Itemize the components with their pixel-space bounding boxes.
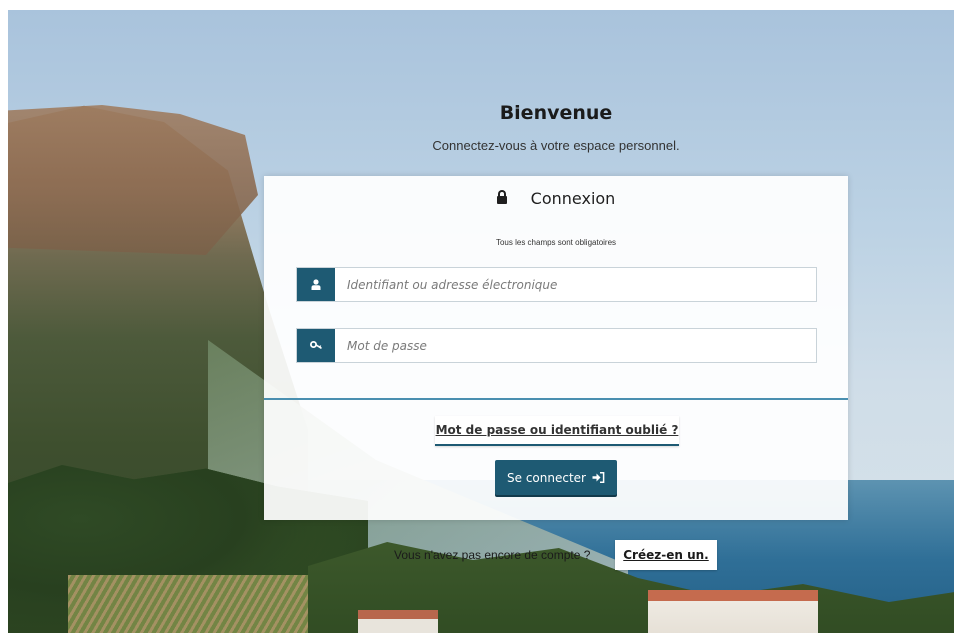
login-card-title-text: Connexion: [530, 189, 616, 208]
user-icon: [311, 279, 321, 290]
background-house-small: [358, 610, 438, 633]
required-fields-note: Tous les champs sont obligatoires: [495, 238, 617, 247]
username-field: [296, 267, 817, 302]
forgot-password-link[interactable]: Mot de passe ou identifiant oublié ?: [435, 416, 679, 446]
background-cliff-face: [8, 105, 258, 255]
page-title: Bienvenue: [499, 102, 613, 124]
card-divider: [264, 398, 848, 400]
key-icon: [309, 341, 322, 349]
lock-icon: [496, 190, 507, 204]
no-account-text: Vous n'avez pas encore de compte ?: [394, 548, 591, 562]
password-field: [296, 328, 817, 363]
login-button[interactable]: Se connecter: [495, 460, 617, 495]
page-subtitle: Connectez-vous à votre espace personnel.: [432, 138, 680, 153]
username-input[interactable]: [335, 268, 816, 301]
create-account-link[interactable]: Créez-en un.: [615, 540, 717, 570]
background-vineyard: [68, 575, 328, 633]
sign-in-icon: [592, 472, 605, 483]
login-card-title: Connexion: [264, 189, 848, 208]
password-addon: [297, 329, 335, 362]
login-button-label: Se connecter: [507, 470, 586, 485]
page-background: Bienvenue Connectez-vous à votre espace …: [8, 10, 954, 633]
password-input[interactable]: [335, 329, 816, 362]
login-card: Connexion Tous les champs sont obligatoi…: [264, 176, 848, 520]
background-house: [648, 590, 818, 633]
username-addon: [297, 268, 335, 301]
